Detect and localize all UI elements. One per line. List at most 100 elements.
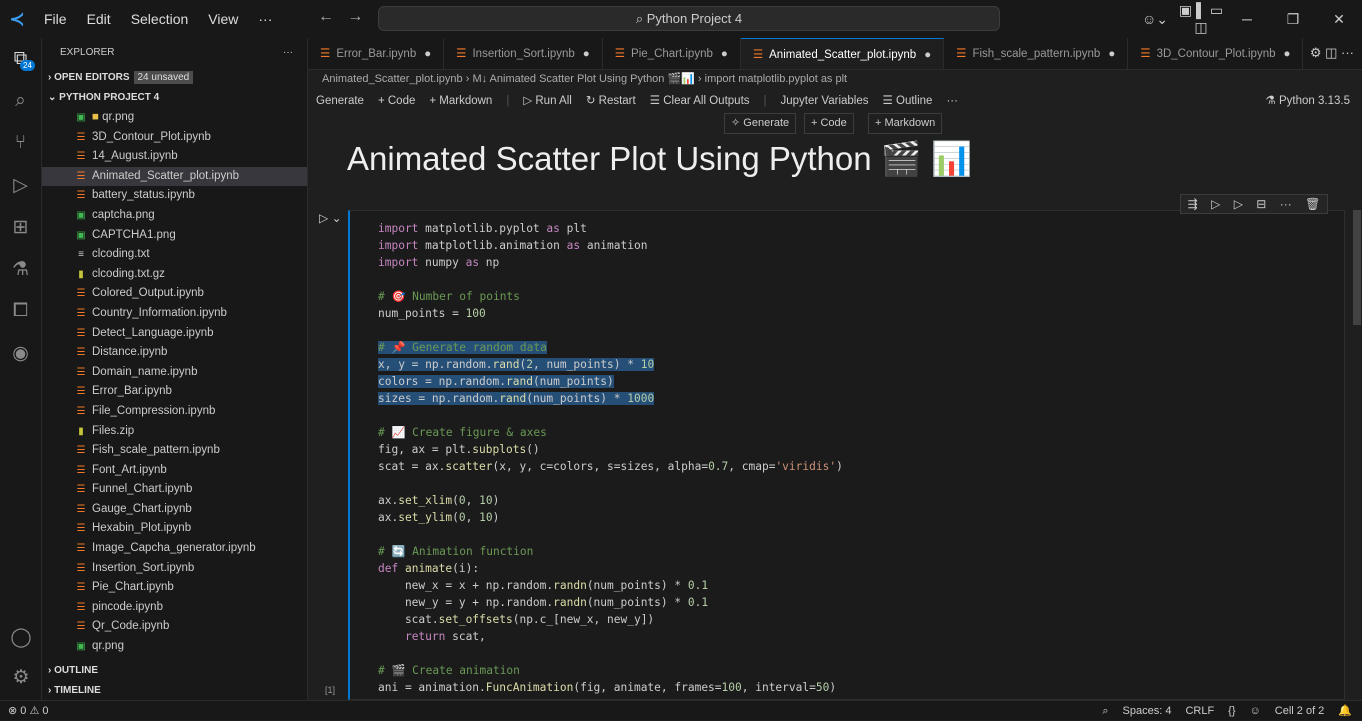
unsaved-dot-icon[interactable]: ● (721, 48, 728, 60)
unsaved-dot-icon[interactable]: ● (424, 48, 431, 60)
nav-arrows[interactable]: ← → (318, 8, 363, 26)
source-control-icon[interactable]: ⑂ (0, 122, 41, 164)
file-item[interactable]: ☰ Image_Capcha_generator.ipynb (42, 539, 307, 559)
file-item[interactable]: ☰ File_Compression.ipynb (42, 402, 307, 422)
file-item[interactable]: ☰ Insertion_Sort.ipynb (42, 559, 307, 579)
unsaved-dot-icon[interactable]: ● (583, 48, 590, 60)
more-icon[interactable]: ··· (1280, 197, 1292, 211)
breadcrumb-item[interactable]: M↓ Animated Scatter Plot Using Python 🎬📊 (472, 73, 694, 85)
insert-generate-button[interactable]: ✧ Generate (724, 113, 797, 134)
unsaved-dot-icon[interactable]: ● (1284, 48, 1291, 60)
file-item[interactable]: ☰ 14_August.ipynb (42, 147, 307, 167)
account-icon[interactable]: ◯ (0, 616, 42, 658)
explorer-icon[interactable]: ⧉ 24 (0, 38, 41, 80)
problems-indicator[interactable]: ⊗ 0 ⚠ 0 (8, 701, 48, 721)
json-icon[interactable]: ◉ (0, 332, 41, 374)
file-item[interactable]: ▣ ■ qr.png (42, 108, 307, 128)
menu-item[interactable]: ··· (258, 11, 272, 27)
close-button[interactable]: ✕ (1316, 11, 1362, 28)
file-item[interactable]: ☰ Country_Information.ipynb (42, 304, 307, 324)
timeline-section[interactable]: › TIMELINE (42, 681, 307, 701)
run-by-line-icon[interactable]: ⇶ (1188, 197, 1198, 211)
file-item[interactable]: ▣ CAPTCHA1.png (42, 226, 307, 246)
file-item[interactable]: ☰ Hexabin_Plot.ipynb (42, 519, 307, 539)
execute-above-icon[interactable]: ▷ (1211, 197, 1220, 211)
tab-animated_scatter_plot-ipynb[interactable]: ☰ Animated_Scatter_plot.ipynb ● (740, 38, 945, 69)
testing-icon[interactable]: ⚗ (0, 248, 41, 290)
toolbar-restart[interactable]: ↻ Restart (586, 90, 636, 112)
split-cell-icon[interactable]: ⊟ (1256, 197, 1266, 211)
delete-icon[interactable]: 🗑 (1305, 197, 1320, 211)
file-item[interactable]: ☰ Error_Bar.ipynb (42, 382, 307, 402)
menu-item[interactable]: View (208, 11, 238, 27)
kernel-picker[interactable]: ⚗ Python 3.13.5 (1266, 90, 1351, 112)
copilot-status-icon[interactable]: ☺ (1250, 701, 1261, 721)
search-icon[interactable]: ⌕ (0, 80, 41, 122)
tab-fish_scale_pattern-ipynb[interactable]: ☰ Fish_scale_pattern.ipynb ● (944, 38, 1129, 69)
file-item[interactable]: ☰ Animated_Scatter_plot.ipynb (42, 166, 307, 187)
file-item[interactable]: ☰ Colored_Output.ipynb (42, 284, 307, 304)
breadcrumb-item[interactable]: Animated_Scatter_plot.ipynb (322, 73, 463, 85)
more-actions-button[interactable]: ··· (283, 38, 293, 68)
file-item[interactable]: ☰ 3D_Contour_Plot.ipynb (42, 128, 307, 148)
menu-item[interactable]: Edit (87, 11, 111, 27)
project-section[interactable]: ⌄ PYTHON PROJECT 4 (42, 88, 307, 108)
file-item[interactable]: ☰ Domain_name.ipynb (42, 363, 307, 383)
line-ending[interactable]: CRLF (1185, 701, 1214, 721)
file-item[interactable]: ☰ Pie_Chart.ipynb (42, 578, 307, 598)
tab-insertion_sort-ipynb[interactable]: ☰ Insertion_Sort.ipynb ● (444, 38, 603, 69)
toolbar-markdown[interactable]: + Markdown (429, 90, 492, 112)
file-item[interactable]: ▮ Files.zip (42, 422, 307, 442)
code-editor[interactable]: import matplotlib.pyplot as plt import ma… (378, 220, 843, 696)
file-item[interactable]: ☰ Distance.ipynb (42, 343, 307, 363)
toolbar-[interactable]: ··· (946, 90, 958, 112)
breadcrumb-item[interactable]: import matplotlib.pyplot as plt (705, 73, 847, 85)
zoom-icon[interactable]: ⌕ (1102, 701, 1108, 721)
editor-actions[interactable]: ⚙ ◫ ··· (1310, 45, 1354, 61)
language-mode[interactable]: {} (1228, 701, 1235, 721)
run-cell-button[interactable]: ▷ ⌄ (319, 211, 342, 225)
file-item[interactable]: ≡ clcoding.txt (42, 245, 307, 265)
file-item[interactable]: ☰ Fish_scale_pattern.ipynb (42, 441, 307, 461)
minimize-button[interactable]: ─ (1224, 11, 1270, 27)
toolbar-jupyter-variables[interactable]: Jupyter Variables (781, 90, 869, 112)
cell-indicator[interactable]: Cell 2 of 2 (1275, 701, 1325, 721)
file-item[interactable]: ☰ pincode.ipynb (42, 598, 307, 618)
copilot-icon[interactable]: ☺⌄ (1132, 11, 1178, 28)
indentation[interactable]: Spaces: 4 (1123, 701, 1172, 721)
file-item[interactable]: ☰ battery_status.ipynb (42, 186, 307, 206)
toolbar-outline[interactable]: ☰ Outline (883, 90, 933, 112)
toolbar-code[interactable]: + Code (378, 90, 415, 112)
open-editors-section[interactable]: › OPEN EDITORS 24 unsaved (42, 68, 307, 88)
maximize-button[interactable]: ❐ (1270, 11, 1316, 28)
command-center-search[interactable]: ⌕ Python Project 4 (378, 6, 1000, 31)
menu-item[interactable]: File (44, 11, 67, 27)
toolbar-clear-all-outputs[interactable]: ☰ Clear All Outputs (650, 90, 750, 112)
menu-item[interactable]: Selection (131, 11, 189, 27)
tab-3d_contour_plot-ipynb[interactable]: ☰ 3D_Contour_Plot.ipynb ● (1128, 38, 1304, 69)
tab-pie_chart-ipynb[interactable]: ☰ Pie_Chart.ipynb ● (603, 38, 741, 69)
file-item[interactable]: ▣ qr.png (42, 637, 307, 657)
insert-code-button[interactable]: + Code (804, 113, 854, 134)
file-item[interactable]: ☰ Font_Art.ipynb (42, 461, 307, 481)
file-item[interactable]: ☰ Gauge_Chart.ipynb (42, 500, 307, 520)
toolbar-generate[interactable]: Generate (316, 90, 364, 112)
layout-icon[interactable]: ▣ ▌ ▭ ◫ (1178, 2, 1224, 36)
file-item[interactable]: ▣ captcha.png (42, 206, 307, 226)
settings-gear-icon[interactable]: ⚙ (0, 656, 42, 698)
file-item[interactable]: ▮ clcoding.txt.gz (42, 265, 307, 285)
outline-section[interactable]: › OUTLINE (42, 661, 307, 681)
file-item[interactable]: ☰ Funnel_Chart.ipynb (42, 480, 307, 500)
extensions-icon[interactable]: ⊞ (0, 206, 41, 248)
scrollbar[interactable] (1353, 210, 1361, 325)
run-debug-icon[interactable]: ▷ (0, 164, 41, 206)
toolbar-run-all[interactable]: ▷ Run All (523, 90, 571, 112)
file-item[interactable]: ☰ Qr_Code.ipynb (42, 617, 307, 637)
remote-icon[interactable]: ⧠ (0, 290, 41, 332)
insert-markdown-button[interactable]: + Markdown (868, 113, 943, 134)
unsaved-dot-icon[interactable]: ● (1108, 48, 1115, 60)
execute-below-icon[interactable]: ▷ (1234, 197, 1243, 211)
tab-error_bar-ipynb[interactable]: ☰ Error_Bar.ipynb ● (308, 38, 445, 69)
file-item[interactable]: ☰ Detect_Language.ipynb (42, 324, 307, 344)
unsaved-dot-icon[interactable]: ● (924, 49, 931, 61)
